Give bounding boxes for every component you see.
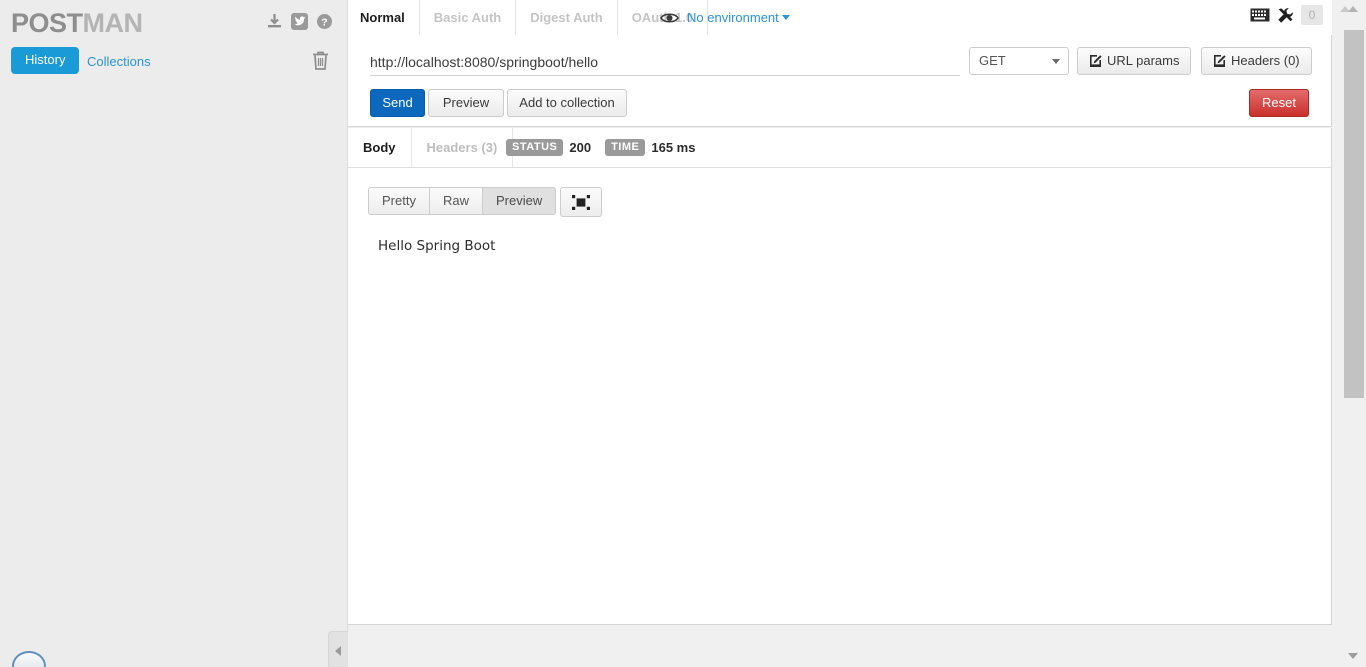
- add-to-collection-button[interactable]: Add to collection: [507, 89, 627, 117]
- view-preview-button[interactable]: Preview: [482, 187, 557, 215]
- sidebar-header-icons: ?: [266, 13, 333, 30]
- response-view-toggle: Pretty Raw Preview: [368, 187, 557, 215]
- postman-logo: POSTMAN: [11, 8, 143, 39]
- url-input[interactable]: [370, 49, 960, 76]
- logo-tail: MAN: [82, 8, 144, 38]
- response-meta: STATUS 200 TIME 165 ms: [506, 139, 703, 156]
- download-icon[interactable]: [266, 13, 283, 30]
- main-panel: Normal Basic Auth Digest Auth OAuth 1.0 …: [348, 0, 1332, 667]
- postman-window: POSTMAN ? History Collections Normal Bas…: [0, 0, 1366, 667]
- headers-label: Headers (0): [1231, 53, 1300, 68]
- fullscreen-icon: [572, 195, 590, 215]
- view-pretty-button[interactable]: Pretty: [368, 187, 430, 215]
- tab-headers[interactable]: Headers (3): [412, 128, 514, 167]
- sidebar-tab-history[interactable]: History: [11, 47, 80, 74]
- edit-icon: [1213, 50, 1226, 76]
- help-icon[interactable]: ?: [316, 13, 333, 30]
- method-value: GET: [979, 53, 1006, 68]
- sidebar-tab-row: History Collections: [0, 44, 347, 84]
- edit-icon: [1089, 50, 1102, 76]
- request-card: GET URL params Headers (0) Send Preview …: [348, 35, 1332, 127]
- tab-normal[interactable]: Normal: [348, 0, 420, 35]
- eye-icon[interactable]: [660, 11, 679, 25]
- scrollbar-thumb[interactable]: [1344, 30, 1364, 398]
- trash-icon[interactable]: [311, 50, 330, 71]
- auth-tab-list: Normal Basic Auth Digest Auth OAuth 1.0: [348, 0, 709, 35]
- wrench-icon[interactable]: [1277, 7, 1294, 24]
- status-value: 200: [569, 140, 592, 155]
- reset-button[interactable]: Reset: [1249, 89, 1309, 117]
- chevron-down-icon: [781, 14, 790, 20]
- time-value: 165 ms: [651, 140, 696, 155]
- environment-label: No environment: [687, 9, 779, 25]
- collapse-left-icon: [335, 646, 341, 656]
- url-params-button[interactable]: URL params: [1077, 47, 1192, 76]
- topbar-right-icons: 0: [1250, 5, 1323, 25]
- scroll-down-icon[interactable]: [1348, 653, 1358, 659]
- chevron-down-icon: [1052, 59, 1060, 64]
- logo-lead: POST: [11, 8, 83, 38]
- vertical-scrollbar[interactable]: [1340, 0, 1366, 667]
- time-badge: TIME: [605, 139, 646, 156]
- topbar: Normal Basic Auth Digest Auth OAuth 1.0 …: [348, 0, 1332, 36]
- send-button[interactable]: Send: [370, 89, 425, 117]
- response-tab-row: Body Headers (3) STATUS 200 TIME 165 ms: [348, 128, 1331, 168]
- sidebar-tab-collections[interactable]: Collections: [87, 54, 151, 69]
- sidebar: POSTMAN ? History Collections: [0, 0, 348, 667]
- method-select[interactable]: GET: [969, 47, 1069, 75]
- status-badge: STATUS: [506, 139, 564, 156]
- url-params-label: URL params: [1107, 53, 1180, 68]
- tab-basic-auth[interactable]: Basic Auth: [420, 0, 517, 35]
- pending-count-badge[interactable]: 0: [1301, 5, 1323, 25]
- status-bubble[interactable]: [12, 651, 46, 667]
- preview-request-button[interactable]: Preview: [428, 89, 504, 117]
- tab-body[interactable]: Body: [348, 128, 412, 167]
- headers-button[interactable]: Headers (0): [1201, 47, 1312, 75]
- environment-selector[interactable]: No environment: [687, 9, 790, 27]
- keyboard-icon[interactable]: [1250, 8, 1270, 22]
- scroll-up-icon[interactable]: [1348, 6, 1358, 12]
- tab-digest-auth[interactable]: Digest Auth: [516, 0, 618, 35]
- fullscreen-button[interactable]: [560, 187, 602, 217]
- environment-zone: No environment: [660, 0, 790, 35]
- response-card: Body Headers (3) STATUS 200 TIME 165 ms …: [348, 128, 1332, 625]
- svg-text:?: ?: [321, 16, 327, 28]
- view-raw-button[interactable]: Raw: [429, 187, 483, 215]
- twitter-icon[interactable]: [291, 13, 308, 30]
- response-body-text: Hello Spring Boot: [378, 238, 496, 254]
- sidebar-collapse-handle[interactable]: [328, 631, 348, 667]
- sidebar-header: POSTMAN ?: [0, 0, 347, 44]
